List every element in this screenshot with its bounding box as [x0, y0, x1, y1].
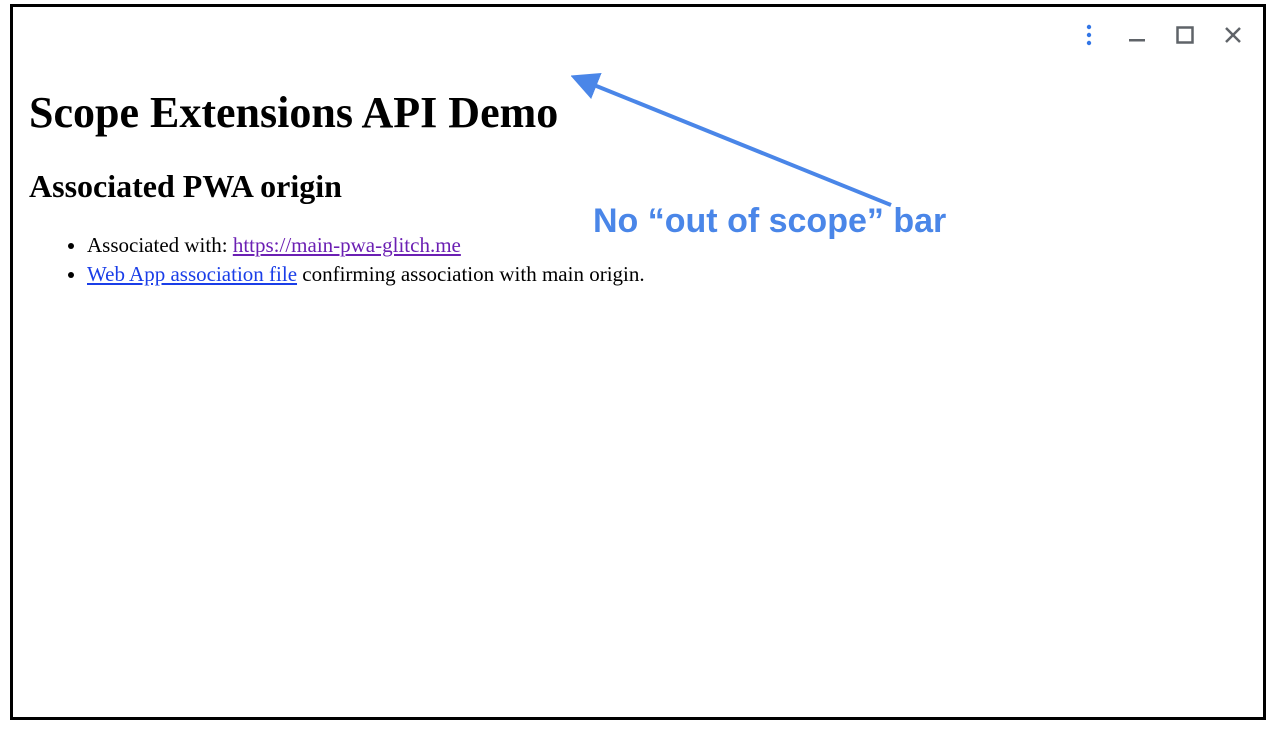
page-title: Scope Extensions API Demo [29, 87, 1247, 138]
list-item-prefix: Associated with: [87, 233, 233, 257]
list-item: Web App association file confirming asso… [87, 260, 1247, 289]
page-content: Scope Extensions API Demo Associated PWA… [29, 87, 1247, 290]
close-button[interactable] [1221, 23, 1245, 47]
minimize-button[interactable] [1125, 23, 1149, 47]
maximize-icon [1175, 25, 1195, 45]
association-file-link[interactable]: Web App association file [87, 262, 297, 286]
titlebar [13, 7, 1263, 63]
list-item-suffix: confirming association with main origin. [297, 262, 645, 286]
menu-button[interactable] [1077, 23, 1101, 47]
annotation-label: No “out of scope” bar [593, 202, 946, 241]
app-window: Scope Extensions API Demo Associated PWA… [10, 4, 1266, 720]
close-icon [1223, 25, 1243, 45]
associated-origin-link[interactable]: https://main-pwa-glitch.me [233, 233, 461, 257]
maximize-button[interactable] [1173, 23, 1197, 47]
more-vert-icon [1079, 24, 1099, 46]
minimize-icon [1127, 25, 1147, 45]
section-title: Associated PWA origin [29, 168, 1247, 205]
